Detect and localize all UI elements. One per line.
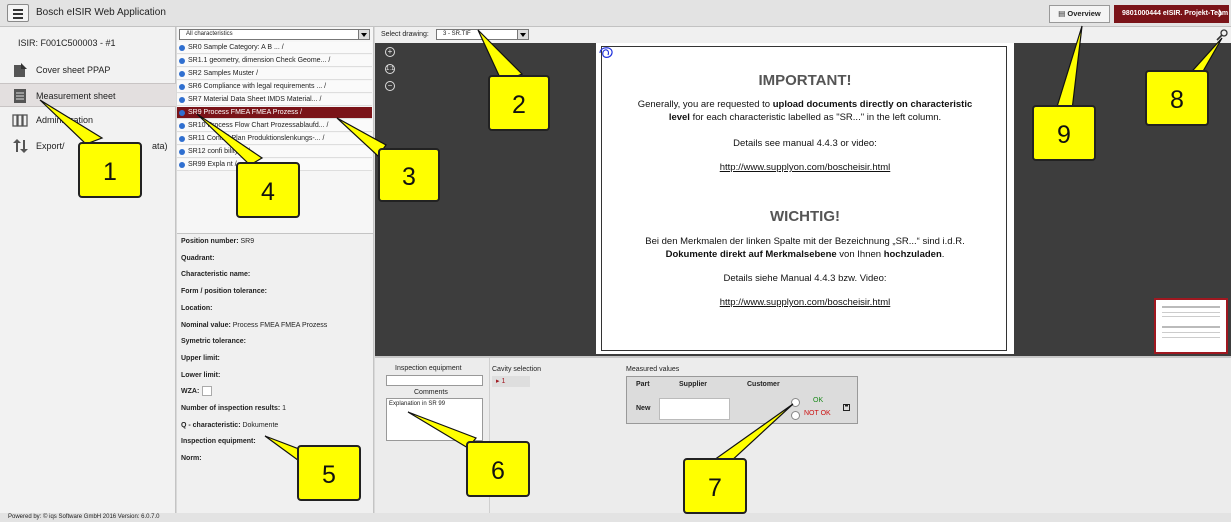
callout-pointers [39,25,1223,467]
callout-5: 5 [297,445,361,501]
callout-7: 7 [683,458,747,514]
callout-7-pointer [712,403,794,465]
callout-1-pointer [39,99,104,145]
callout-1: 1 [78,142,142,198]
callout-4: 4 [236,162,300,218]
callout-9-pointer [1055,25,1083,111]
callout-2: 2 [488,75,550,131]
callout-8: 8 [1145,70,1209,126]
callout-9: 9 [1032,105,1096,161]
callout-6: 6 [466,441,530,497]
callout-4-pointer [196,113,264,166]
callout-3: 3 [378,148,440,202]
